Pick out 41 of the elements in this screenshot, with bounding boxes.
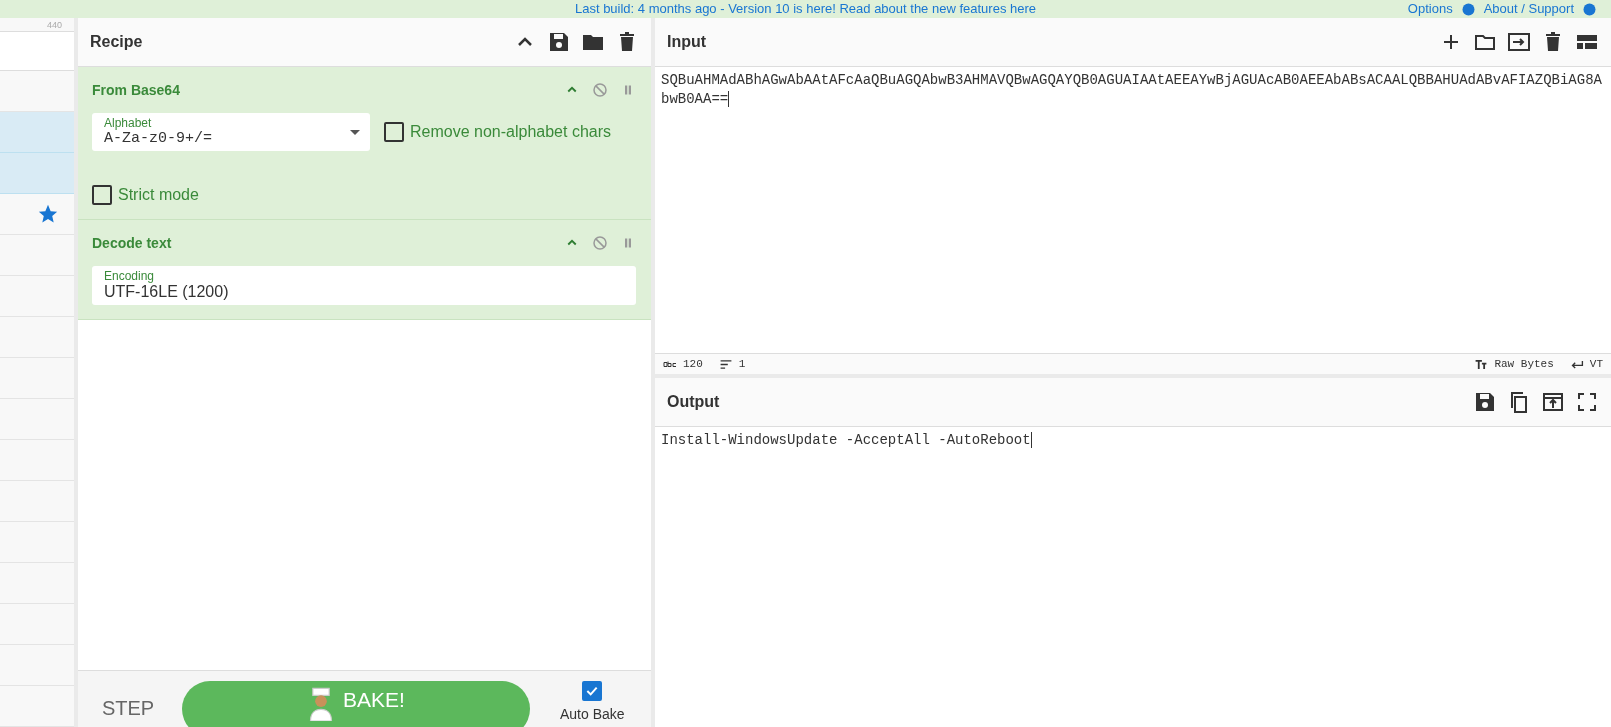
field-label: Alphabet — [104, 116, 153, 130]
save-icon[interactable] — [1473, 390, 1497, 414]
caret-icon — [350, 130, 360, 135]
checkbox[interactable] — [92, 185, 112, 205]
operation-name: Decode text — [92, 235, 172, 251]
disable-icon[interactable] — [591, 234, 609, 252]
checkbox-label: Strict mode — [118, 186, 199, 204]
fullscreen-icon[interactable] — [1575, 390, 1599, 414]
length-indicator: 120 — [683, 358, 703, 370]
import-icon[interactable] — [1507, 30, 1531, 54]
output-text-area: Install-WindowsUpdate -AcceptAll -AutoReboot — [655, 427, 1611, 727]
auto-bake-label: Auto Bake — [560, 706, 625, 722]
eol-indicator[interactable]: VT — [1589, 358, 1603, 370]
lines-indicator: 1 — [738, 358, 746, 370]
text-length-icon — [663, 359, 677, 369]
step-button[interactable]: STEP — [78, 697, 178, 720]
recipe-title: Recipe — [90, 33, 143, 51]
output-title: Output — [667, 393, 720, 411]
operation-count: 440 — [46, 19, 62, 30]
return-arrow-icon[interactable] — [1569, 359, 1584, 369]
lines-icon — [718, 359, 733, 369]
support-link[interactable]: About / Support — [1483, 1, 1574, 17]
operation-argument-field[interactable]: Alphabet A-Za-z0-9+/= — [92, 113, 370, 151]
checkbox[interactable] — [384, 122, 404, 142]
field-label: Encoding — [104, 269, 156, 283]
auto-bake-checkbox[interactable] — [582, 681, 603, 701]
banner-message: Last build: 4 months ago - Version 10 is here! Read about the new features here — [574, 1, 1037, 17]
field-value: UTF-16LE (1200) — [104, 283, 229, 301]
encoding-indicator[interactable]: Raw Bytes — [1494, 358, 1554, 370]
input-title: Input — [667, 33, 707, 51]
export-icon[interactable] — [1541, 390, 1565, 414]
search-field[interactable] — [0, 32, 74, 71]
input-text-area[interactable]: SQBuAHMAdABhAGwAbAAtAFcAaQBuAGQAbwB3AHMAVQBwAGQAYQB0AGUAIAAtAEEAYwBjAGUAcAB0AEEAbABsACAALQBBAHUAdABvAFIAZQBiAG8AbwB0AA== — [655, 67, 1611, 353]
operation-argument-field[interactable]: Encoding UTF-16LE (1200) — [92, 266, 636, 305]
text-size-icon[interactable] — [1474, 359, 1489, 369]
disable-icon[interactable] — [591, 81, 609, 99]
save-icon[interactable] — [547, 30, 571, 54]
field-value: A-Za-z0-9+/= — [104, 130, 213, 147]
operation-name: From Base64 — [92, 82, 180, 98]
checkbox-label: Remove non-alphabet chars — [410, 123, 611, 141]
options-link[interactable]: Options — [1407, 1, 1453, 17]
